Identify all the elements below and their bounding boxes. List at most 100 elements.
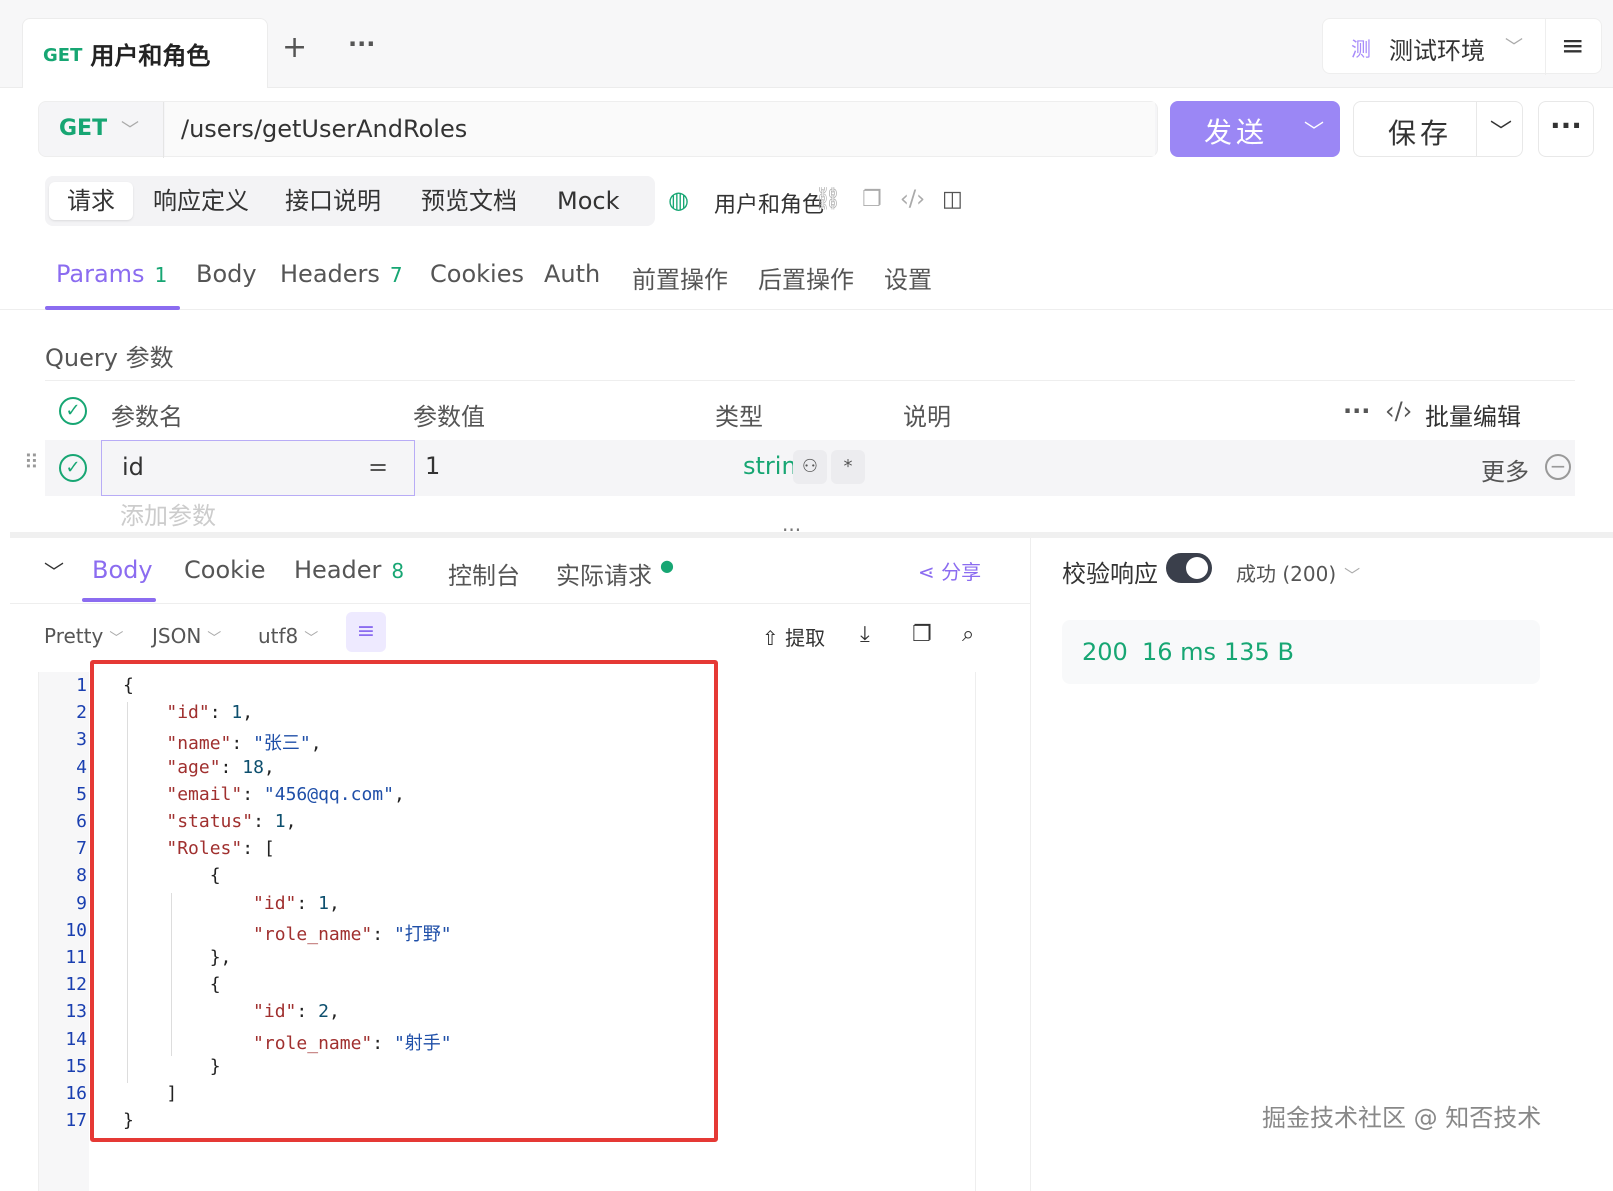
method-select[interactable]: GET [59, 116, 107, 141]
tab-count: 7 [389, 263, 403, 287]
tab-count: 1 [154, 263, 168, 287]
tab-label: Headers [280, 260, 380, 288]
chevron-down-icon: ﹀ [207, 631, 222, 647]
format-toolbar: Pretty ﹀ JSON ﹀ utf8 ﹀ ≡ ⇧ 提取 ⤓ ❐ ⌕ [10, 606, 1030, 666]
line-number: 12 [65, 974, 87, 996]
code-icon[interactable]: ‹/› [1385, 397, 1412, 425]
watermark-text: 掘金技术社区 @ 知否技术 [1262, 1104, 1542, 1132]
line-number: 5 [76, 783, 87, 805]
tab-response-cookie[interactable]: Cookie [184, 556, 265, 584]
divider [1545, 19, 1546, 75]
word-wrap-icon[interactable]: ≡ [346, 612, 386, 652]
bulk-edit-button[interactable]: 批量编辑 [1425, 397, 1521, 432]
more-options-button[interactable]: ··· [1538, 101, 1594, 157]
more-tabs-icon[interactable]: ··· [348, 30, 375, 58]
request-segment-tabs: 请求 响应定义 接口说明 预览文档 Mock [45, 176, 655, 226]
more-icon[interactable]: ··· [1343, 397, 1370, 425]
params-table-header: ✓ 参数名 参数值 类型 说明 ··· ‹/› 批量编辑 [45, 380, 1575, 440]
share-button[interactable]: ⋖ 分享 [918, 556, 981, 585]
tab-console[interactable]: 控制台 [448, 556, 520, 591]
chevron-down-icon[interactable]: ﹀ [1304, 115, 1324, 144]
segment-request[interactable]: 请求 [49, 182, 133, 220]
response-tabs: Body Cookie Header 8 控制台 实际请求 ● [10, 538, 1030, 604]
column-header-description: 说明 [903, 403, 951, 431]
segment-api-description[interactable]: 接口说明 [285, 182, 381, 220]
line-number: 2 [76, 702, 87, 724]
tab-body[interactable]: Body [196, 260, 257, 288]
expected-status-select[interactable]: 成功 (200) ﹀ [1236, 558, 1360, 587]
environment-badge: 测 [1351, 37, 1371, 61]
share-label: 分享 [941, 560, 982, 584]
annotation-highlight-box [90, 660, 718, 1142]
segment-mock[interactable]: Mock [557, 182, 619, 220]
row-more-button[interactable]: 更多 [1481, 452, 1529, 487]
environment-selector[interactable]: 测 测试环境 ﹀ ≡ [1322, 18, 1602, 75]
download-icon[interactable]: ⤓ [860, 622, 870, 647]
line-number: 1 [76, 675, 87, 696]
encoding-select[interactable]: utf8 ﹀ [258, 624, 318, 648]
param-value-field[interactable]: 1 [425, 452, 440, 480]
response-status-bar: 200 16 ms 135 B [1062, 620, 1540, 684]
copy-icon[interactable]: ❐ [862, 187, 882, 212]
save-label: 保存 [1388, 117, 1453, 150]
tab-headers[interactable]: Headers 7 [280, 260, 403, 288]
equals-icon: = [368, 453, 389, 481]
segment-preview-doc[interactable]: 预览文档 [421, 182, 517, 220]
tab-post-operations[interactable]: 后置操作 [758, 260, 854, 295]
editor-scrollbar[interactable] [975, 672, 999, 1191]
chevron-down-icon: ﹀ [1344, 566, 1361, 585]
chevron-down-icon: ﹀ [304, 631, 319, 647]
tab-response-header[interactable]: Header 8 [294, 556, 404, 584]
api-tab[interactable]: GET 用户和角色 [22, 18, 268, 88]
tab-params[interactable]: Params 1 [56, 260, 167, 288]
response-time: 16 ms [1142, 638, 1217, 666]
line-number: 15 [65, 1055, 87, 1077]
side-panel-icon[interactable]: ◫ [942, 187, 963, 212]
language-select[interactable]: JSON ﹀ [152, 624, 221, 648]
row-checkbox[interactable]: ✓ [59, 454, 87, 482]
tab-cookies[interactable]: Cookies [430, 260, 524, 288]
url-input[interactable] [165, 102, 1155, 156]
drag-handle-icon[interactable]: ⠿ [24, 452, 39, 472]
tab-settings[interactable]: 设置 [884, 260, 932, 295]
line-number: 16 [65, 1083, 87, 1104]
view-mode-select[interactable]: Pretty ﹀ [44, 624, 123, 648]
line-number: 13 [65, 1001, 87, 1023]
save-button[interactable]: 保存 ﹀ [1353, 101, 1523, 157]
line-number: 17 [65, 1110, 87, 1132]
type-options-icon[interactable]: ⚇ [793, 450, 827, 484]
send-button[interactable]: 发送 ﹀ [1170, 101, 1340, 157]
tab-actual-request[interactable]: 实际请求 ● [556, 556, 674, 591]
upload-icon: ⇧ [762, 626, 786, 650]
environment-name: 测试环境 [1389, 37, 1485, 65]
tab-auth[interactable]: Auth [544, 260, 600, 288]
chevron-down-icon[interactable]: ﹀ [121, 116, 139, 142]
api-tab-name: 用户和角色 [90, 42, 211, 70]
add-tab-icon[interactable]: + [282, 30, 307, 65]
menu-icon[interactable]: ≡ [1561, 29, 1584, 62]
extract-button[interactable]: ⇧ 提取 [762, 622, 825, 651]
url-bar: GET ﹀ [38, 101, 1158, 158]
tab-response-body[interactable]: Body [92, 556, 153, 584]
required-icon[interactable]: * [831, 450, 865, 484]
toggle-knob [1186, 557, 1208, 579]
tab-pre-operations[interactable]: 前置操作 [632, 260, 728, 295]
add-param-input[interactable]: 添加参数 [120, 496, 216, 531]
segment-response-definition[interactable]: 响应定义 [153, 182, 249, 220]
expected-status-label: 成功 (200) [1236, 562, 1337, 586]
param-name-value: id [122, 453, 144, 481]
send-label: 发送 [1204, 116, 1269, 149]
param-name-field[interactable]: id = [101, 440, 415, 496]
link-icon[interactable]: ⛓ [814, 187, 842, 212]
code-icon[interactable]: ‹/› [900, 187, 925, 212]
line-number: 14 [65, 1028, 87, 1050]
remove-row-icon[interactable]: − [1545, 454, 1571, 480]
search-icon[interactable]: ⌕ [962, 622, 974, 647]
tab-label: Params [56, 260, 145, 288]
copy-icon[interactable]: ❐ [912, 622, 932, 647]
line-number: 4 [76, 756, 87, 778]
select-all-checkbox[interactable]: ✓ [59, 397, 87, 425]
validate-response-toggle[interactable] [1166, 553, 1212, 583]
view-mode-label: Pretty [44, 624, 104, 648]
chevron-down-icon[interactable]: ﹀ [1490, 114, 1512, 146]
